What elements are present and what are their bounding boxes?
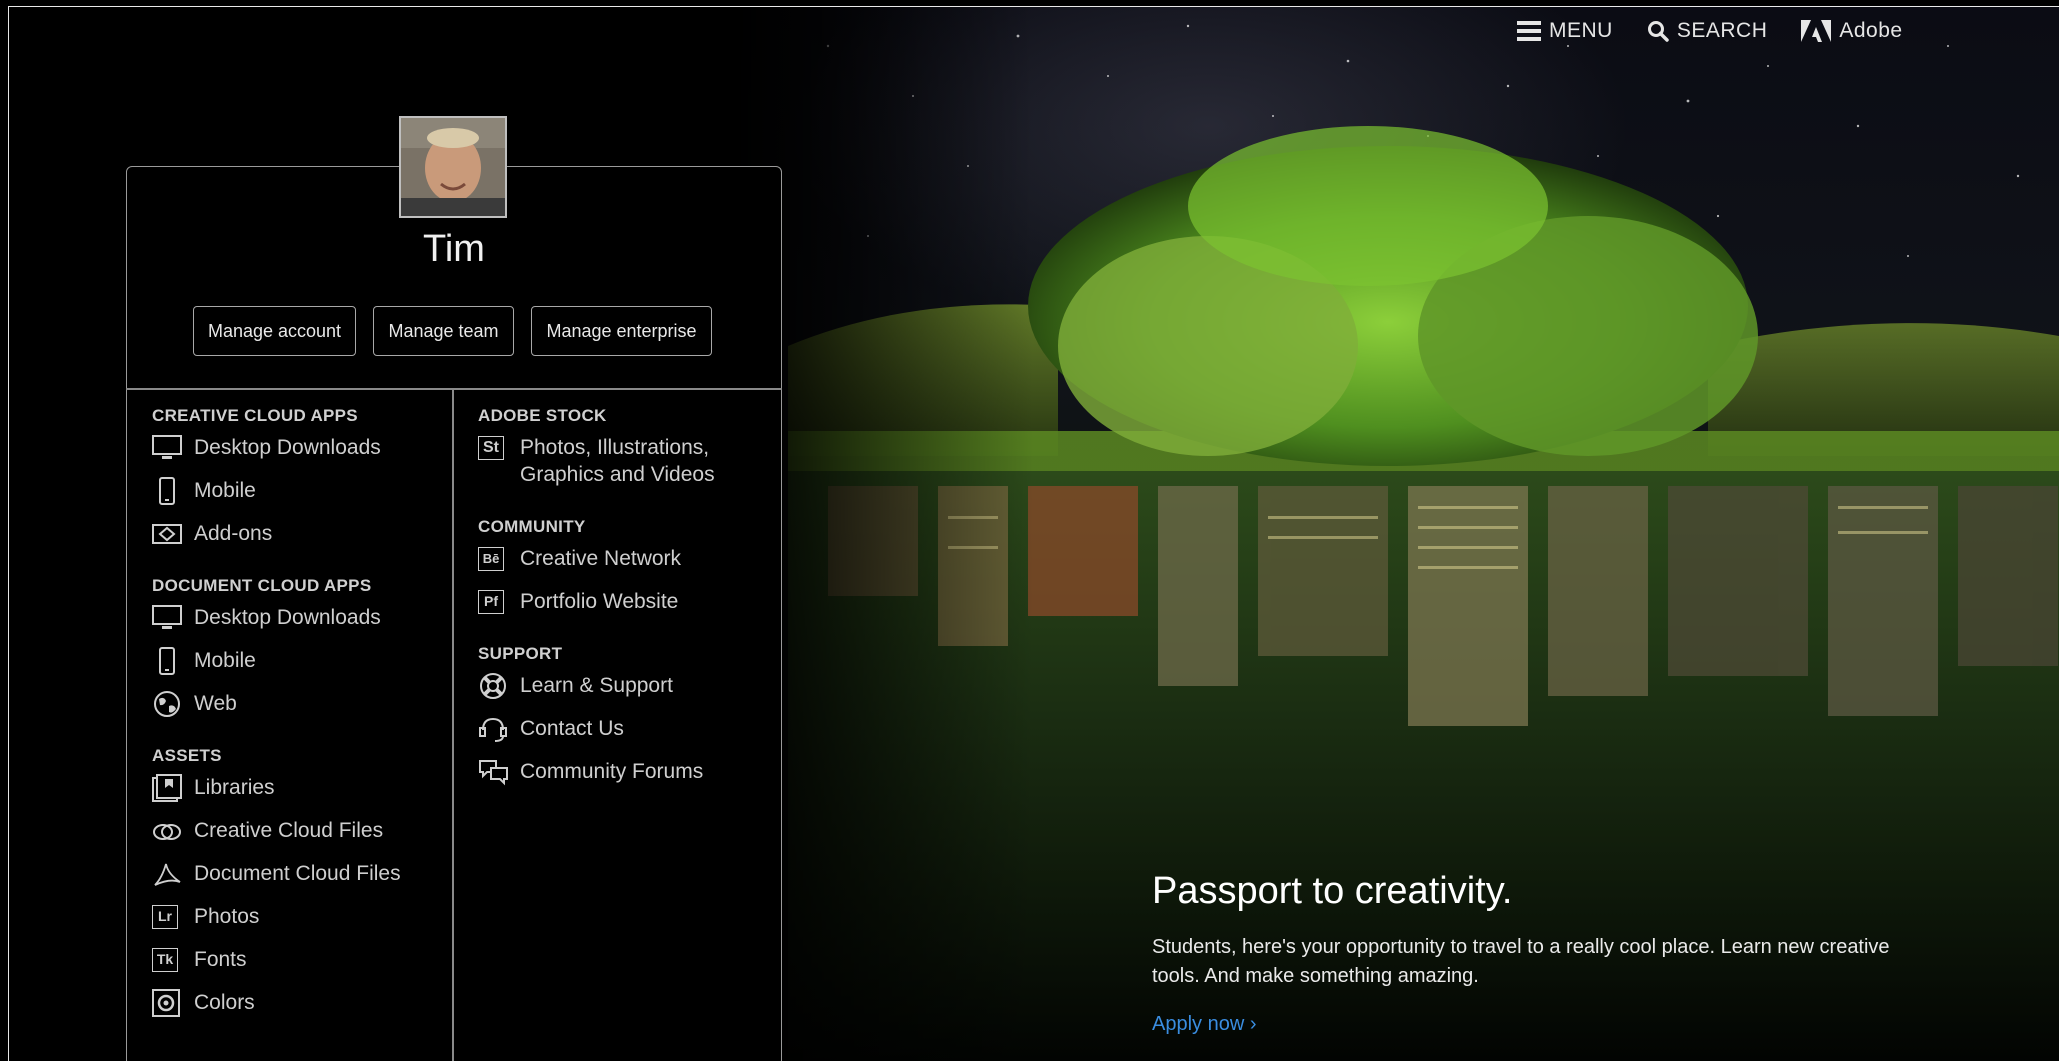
menu-item-creative-network[interactable]: Bē Creative Network xyxy=(478,545,773,588)
menu-button[interactable]: MENU xyxy=(1517,19,1613,43)
menu-item-label: Mobile xyxy=(194,649,256,672)
menu-item-dc-mobile[interactable]: Mobile xyxy=(152,646,442,690)
menu-item-label: Desktop Downloads xyxy=(194,606,381,629)
creative-cloud-icon xyxy=(152,817,184,844)
menu-item-label: Photos xyxy=(194,905,260,928)
apply-now-link[interactable]: Apply now › xyxy=(1152,1013,1257,1035)
monitor-icon xyxy=(152,604,184,631)
manage-team-button[interactable]: Manage team xyxy=(373,306,514,356)
menu-item-learn-support[interactable]: Learn & Support xyxy=(478,672,773,715)
adobe-logo-icon xyxy=(1801,20,1832,42)
column-divider xyxy=(452,389,454,1061)
menu-item-label: Libraries xyxy=(194,776,275,799)
promo-section: Passport to creativity. Students, here's… xyxy=(1152,870,1912,1036)
menu-item-creative-cloud-files[interactable]: Creative Cloud Files xyxy=(152,817,442,860)
menu-item-label: Photos, Illustrations, Graphics and Vide… xyxy=(520,436,715,486)
hamburger-icon xyxy=(1517,20,1541,42)
menu-item-label: Contact Us xyxy=(520,717,624,740)
search-label: SEARCH xyxy=(1676,19,1768,42)
section-heading-support: SUPPORT xyxy=(478,644,563,663)
monitor-icon xyxy=(152,434,184,461)
menu-item-label: Portfolio Website xyxy=(520,590,679,613)
menu-item-label: Learn & Support xyxy=(520,674,673,697)
menu-item-label: Colors xyxy=(194,991,255,1014)
avatar-photo xyxy=(401,118,505,216)
top-navigation: MENU SEARCH Adobe xyxy=(1517,14,1903,48)
adobe-home-link[interactable]: Adobe xyxy=(1801,19,1902,43)
lightroom-icon: Lr xyxy=(152,903,184,930)
left-menu-column: CREATIVE CLOUD APPS Desktop Downloads Mo… xyxy=(152,405,442,1032)
menu-item-photos[interactable]: Lr Photos xyxy=(152,903,442,946)
phone-icon xyxy=(152,476,184,505)
section-heading-creative-cloud-apps: CREATIVE CLOUD APPS xyxy=(152,406,358,425)
libraries-icon xyxy=(152,773,184,802)
portfolio-icon: Pf xyxy=(478,588,510,615)
menu-item-document-cloud-files[interactable]: Document Cloud Files xyxy=(152,860,442,903)
menu-item-portfolio-website[interactable]: Pf Portfolio Website xyxy=(478,588,773,631)
menu-item-community-forums[interactable]: Community Forums xyxy=(478,758,773,801)
headset-icon xyxy=(478,715,510,742)
menu-item-label: Community Forums xyxy=(520,760,704,783)
manage-enterprise-button[interactable]: Manage enterprise xyxy=(531,306,712,356)
menu-item-dc-desktop-downloads[interactable]: Desktop Downloads xyxy=(152,604,442,647)
chat-bubbles-icon xyxy=(478,758,510,785)
manage-buttons: Manage account Manage team Manage enterp… xyxy=(193,306,712,356)
menu-item-fonts[interactable]: Tk Fonts xyxy=(152,946,442,989)
panel-divider xyxy=(126,388,782,390)
menu-item-add-ons[interactable]: Add-ons xyxy=(152,520,442,563)
menu-item-libraries[interactable]: Libraries xyxy=(152,773,442,817)
section-heading-community: COMMUNITY xyxy=(478,517,586,536)
menu-label: MENU xyxy=(1549,19,1613,42)
menu-item-label: Creative Network xyxy=(520,547,682,570)
phone-icon xyxy=(152,646,184,675)
color-icon xyxy=(152,988,184,1017)
menu-item-label: Desktop Downloads xyxy=(194,436,381,459)
menu-item-label: Creative Cloud Files xyxy=(194,819,384,842)
section-heading-adobe-stock: ADOBE STOCK xyxy=(478,406,607,425)
manage-account-button[interactable]: Manage account xyxy=(193,306,356,356)
promo-title: Passport to creativity. xyxy=(1152,870,1513,912)
behance-icon: Bē xyxy=(478,545,510,572)
globe-icon xyxy=(152,690,184,717)
stock-icon: St xyxy=(478,434,510,461)
acrobat-icon xyxy=(152,860,184,887)
section-heading-document-cloud-apps: DOCUMENT CLOUD APPS xyxy=(152,576,372,595)
menu-item-colors[interactable]: Colors xyxy=(152,988,442,1032)
menu-item-label: Mobile xyxy=(194,479,256,502)
right-menu-column: ADOBE STOCK St Photos, Illustrations, Gr… xyxy=(478,405,773,801)
user-avatar[interactable] xyxy=(399,116,507,218)
section-heading-assets: ASSETS xyxy=(152,746,222,765)
adobe-label: Adobe xyxy=(1839,19,1903,42)
lifebuoy-icon xyxy=(478,672,510,699)
menu-item-cc-mobile[interactable]: Mobile xyxy=(152,476,442,520)
user-name: Tim xyxy=(423,228,485,270)
menu-item-label: Add-ons xyxy=(194,522,273,545)
menu-item-label: Fonts xyxy=(194,948,247,971)
menu-item-contact-us[interactable]: Contact Us xyxy=(478,715,773,758)
menu-item-label: Document Cloud Files xyxy=(194,862,401,885)
menu-item-adobe-stock[interactable]: St Photos, Illustrations, Graphics and V… xyxy=(478,434,773,507)
search-button[interactable]: SEARCH xyxy=(1647,19,1768,43)
menu-item-label: Web xyxy=(194,692,237,715)
promo-body: Students, here's your opportunity to tra… xyxy=(1152,936,1890,987)
menu-item-dc-web[interactable]: Web xyxy=(152,690,442,733)
page: MENU SEARCH Adobe Tim Manage account Man… xyxy=(0,0,2059,1061)
frame-top-border xyxy=(8,6,2059,7)
typekit-icon: Tk xyxy=(152,946,184,973)
search-icon xyxy=(1647,20,1669,42)
addons-icon xyxy=(152,520,184,547)
frame-left-border xyxy=(8,6,9,1061)
menu-item-cc-desktop-downloads[interactable]: Desktop Downloads xyxy=(152,434,442,477)
